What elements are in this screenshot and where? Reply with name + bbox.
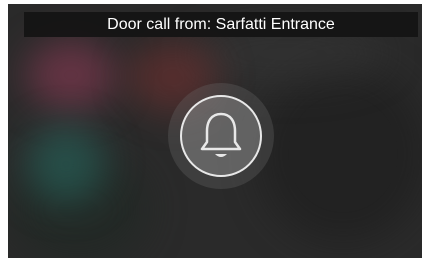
background-blur	[26, 40, 116, 110]
call-title: Door call from: Sarfatti Entrance	[24, 12, 418, 37]
bell-icon	[200, 112, 242, 157]
door-call-screen: Door call from: Sarfatti Entrance	[8, 4, 422, 258]
background-blur	[258, 64, 422, 244]
background-blur	[26, 124, 106, 204]
answer-bell-button[interactable]	[180, 95, 262, 177]
